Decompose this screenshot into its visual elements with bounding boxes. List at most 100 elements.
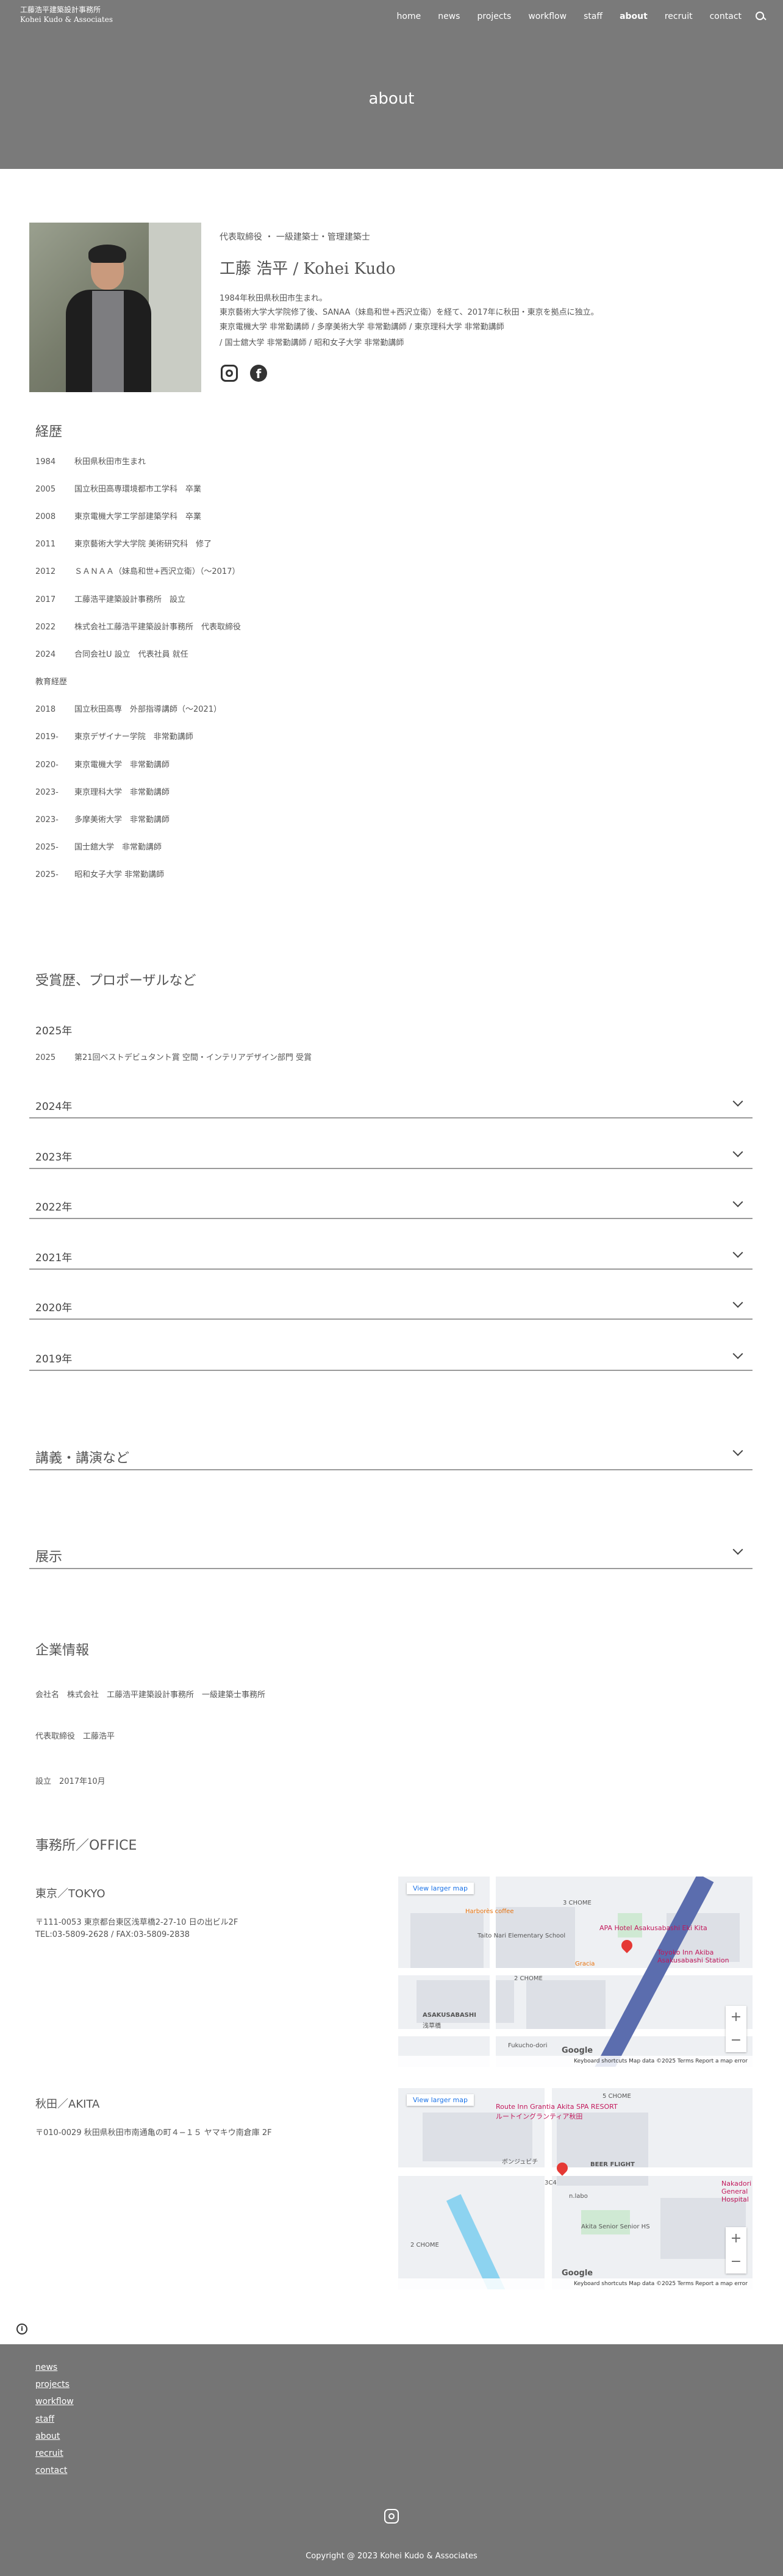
instagram-icon[interactable] bbox=[384, 2509, 399, 2524]
akita-office-address: 〒010-0029 秋田県秋田市南通亀の町４−１５ ヤマキウ南倉庫 2F bbox=[35, 2128, 272, 2138]
nav-contact[interactable]: contact bbox=[710, 12, 742, 21]
career-item: 2022 株式会社工藤浩平建築設計事務所 代表取締役 bbox=[35, 623, 241, 632]
footer-link-recruit[interactable]: recruit bbox=[35, 2449, 63, 2458]
map-label: 3C4 bbox=[545, 2180, 557, 2186]
map-label: 3 CHOME bbox=[563, 1900, 592, 1906]
cookie-settings-icon[interactable]: i bbox=[16, 2324, 27, 2334]
profile-photo bbox=[29, 223, 201, 392]
brand-name-jp: 工藤浩平建築設計事務所 bbox=[20, 5, 101, 14]
nav-workflow[interactable]: workflow bbox=[528, 12, 567, 21]
education-item: 2025- 国士舘大学 非常勤講師 bbox=[35, 843, 162, 852]
accordion-2021[interactable]: 2021年 bbox=[29, 1242, 753, 1270]
company-name: 会社名 株式会社 工藤浩平建築設計事務所 一級建築士事務所 bbox=[35, 1690, 266, 1700]
accordion-lectures[interactable]: 講義・講演など bbox=[29, 1440, 753, 1470]
company-ceo: 代表取締役 工藤浩平 bbox=[35, 1732, 115, 1741]
akita-map[interactable]: View larger map Route Inn Grantia Akita … bbox=[398, 2088, 753, 2289]
career-item: 1984 秋田県秋田市生まれ bbox=[35, 457, 146, 467]
map-zoom-control[interactable]: + − bbox=[726, 2227, 746, 2274]
footer-link-projects[interactable]: projects bbox=[35, 2380, 70, 2389]
map-label: Taito Nari Elementary School bbox=[477, 1933, 566, 1939]
akita-office-name: 秋田／AKITA bbox=[35, 2098, 100, 2111]
chevron-down-icon bbox=[732, 1445, 743, 1456]
map-footer[interactable]: Keyboard shortcuts Map data ©2025 Terms … bbox=[398, 2278, 753, 2289]
footer: news projects workflow staff about recru… bbox=[0, 2344, 783, 2576]
map-pin-icon[interactable] bbox=[619, 1937, 635, 1953]
copyright: Copyright @ 2023 Kohei Kudo & Associates bbox=[306, 2552, 477, 2561]
accordion-2019[interactable]: 2019年 bbox=[29, 1343, 753, 1371]
nav-recruit[interactable]: recruit bbox=[665, 12, 693, 21]
map-label: ASAKUSABASHI bbox=[423, 2012, 476, 2019]
map-label: ボンジュビチ bbox=[502, 2159, 538, 2166]
chevron-down-icon bbox=[732, 1297, 743, 1308]
bio-line: 1984年秋田県秋田市生まれ。 bbox=[220, 294, 327, 303]
company-founded: 設立 2017年10月 bbox=[35, 1777, 105, 1786]
chevron-down-icon bbox=[732, 1544, 743, 1555]
map-label: Toyoko Inn Akiba Asakusabashi Station bbox=[657, 1948, 729, 1964]
view-larger-map-link[interactable]: View larger map bbox=[407, 1883, 474, 1894]
map-label: 2 CHOME bbox=[410, 2242, 439, 2249]
instagram-icon[interactable] bbox=[221, 365, 238, 382]
google-logo: Google bbox=[562, 2269, 593, 2278]
map-label: Harborès coffee bbox=[465, 1908, 514, 1915]
map-label: 浅草橋 bbox=[423, 2023, 441, 2030]
map-label: Route Inn Grantia Akita SPA RESORT bbox=[496, 2103, 618, 2111]
accordion-2022[interactable]: 2022年 bbox=[29, 1191, 753, 1219]
brand-name-en: Kohei Kudo & Associates bbox=[20, 15, 113, 24]
chevron-down-icon bbox=[732, 1348, 743, 1359]
career-item: 2017 工藤浩平建築設計事務所 設立 bbox=[35, 595, 186, 604]
hero-banner: 工藤浩平建築設計事務所 Kohei Kudo & Associates home… bbox=[0, 0, 783, 169]
awards-heading: 受賞歴、プロポーザルなど bbox=[35, 973, 196, 989]
career-item: 2008 東京電機大学工学部建築学科 卒業 bbox=[35, 512, 202, 521]
footer-link-contact[interactable]: contact bbox=[35, 2466, 67, 2475]
main-nav: home news projects workflow staff about … bbox=[380, 11, 766, 22]
search-icon[interactable] bbox=[755, 11, 766, 22]
map-label: 5 CHOME bbox=[602, 2093, 631, 2100]
profile-bio: 1984年秋田県秋田市生まれ。 東京藝術大学大学院修了後、SANAA（妹島和世+… bbox=[220, 290, 599, 351]
map-label: Akita Senior Senior HS bbox=[581, 2224, 650, 2230]
nav-staff[interactable]: staff bbox=[584, 12, 602, 21]
accordion-2020[interactable]: 2020年 bbox=[29, 1292, 753, 1320]
chevron-down-icon bbox=[732, 1096, 743, 1107]
tokyo-office-address: 〒111-0053 東京都台東区浅草橋2-27-10 日の出ビル2F bbox=[35, 1918, 238, 1927]
chevron-down-icon bbox=[732, 1197, 743, 1208]
footer-link-about[interactable]: about bbox=[35, 2431, 60, 2441]
profile-name: 工藤 浩平 / Kohei Kudo bbox=[220, 260, 396, 278]
accordion-exhibitions[interactable]: 展示 bbox=[29, 1539, 753, 1569]
brand-logo[interactable]: 工藤浩平建築設計事務所 Kohei Kudo & Associates bbox=[20, 5, 113, 24]
career-item: 2005 国立秋田高専環境都市工学科 卒業 bbox=[35, 485, 202, 494]
facebook-icon[interactable]: f bbox=[250, 365, 267, 382]
footer-link-news[interactable]: news bbox=[35, 2363, 57, 2372]
map-label: Fukucho-dori bbox=[508, 2042, 548, 2049]
awards-open-year[interactable]: 2025年 bbox=[35, 1022, 72, 1037]
accordion-2023[interactable]: 2023年 bbox=[29, 1141, 753, 1169]
map-footer[interactable]: Keyboard shortcuts Map data ©2025 Terms … bbox=[398, 2056, 753, 2067]
map-label: BEER FLIGHT bbox=[590, 2161, 635, 2168]
education-item: 2020- 東京電機大学 非常勤講師 bbox=[35, 760, 170, 770]
education-item: 2019- 東京デザイナー学院 非常勤講師 bbox=[35, 732, 193, 742]
tokyo-map[interactable]: View larger map Harborès coffee 3 CHOME … bbox=[398, 1877, 753, 2067]
nav-about[interactable]: about bbox=[620, 12, 648, 21]
map-label: 2 CHOME bbox=[514, 1975, 543, 1982]
bio-line: / 国士舘大学 非常勤講師 / 昭和女子大学 非常勤講師 bbox=[220, 338, 404, 348]
career-heading: 経歴 bbox=[35, 424, 63, 440]
bio-line: 東京電機大学 非常勤講師 / 多摩美術大学 非常勤講師 / 東京理科大学 非常勤… bbox=[220, 323, 504, 332]
map-zoom-control[interactable]: + − bbox=[726, 2006, 746, 2052]
footer-link-staff[interactable]: staff bbox=[35, 2414, 54, 2424]
profile-role: 代表取締役 ・ 一級建築士・管理建築士 bbox=[220, 232, 370, 242]
career-item: 2024 合同会社U 設立 代表社員 就任 bbox=[35, 650, 188, 659]
page-title: about bbox=[368, 90, 415, 108]
award-item: 2025 第21回ベストデビュタント賞 空間・インテリアデザイン部門 受賞 bbox=[35, 1053, 312, 1062]
google-logo: Google bbox=[562, 2046, 593, 2055]
education-heading: 教育経歴 bbox=[35, 678, 68, 687]
accordion-2024[interactable]: 2024年 bbox=[29, 1090, 753, 1118]
chevron-down-icon bbox=[732, 1247, 743, 1258]
career-item: 2012 ＳＡＮＡＡ（妹島和世+西沢立衛）（〜2017） bbox=[35, 567, 240, 576]
nav-projects[interactable]: projects bbox=[477, 12, 511, 21]
view-larger-map-link[interactable]: View larger map bbox=[407, 2094, 474, 2106]
nav-home[interactable]: home bbox=[397, 12, 421, 21]
career-item: 2011 東京藝術大学大学院 美術研究科 修了 bbox=[35, 540, 212, 549]
education-item: 2023- 東京理科大学 非常勤講師 bbox=[35, 788, 170, 797]
nav-news[interactable]: news bbox=[438, 12, 460, 21]
offices-heading: 事務所／OFFICE bbox=[35, 1838, 137, 1853]
footer-link-workflow[interactable]: workflow bbox=[35, 2397, 74, 2406]
